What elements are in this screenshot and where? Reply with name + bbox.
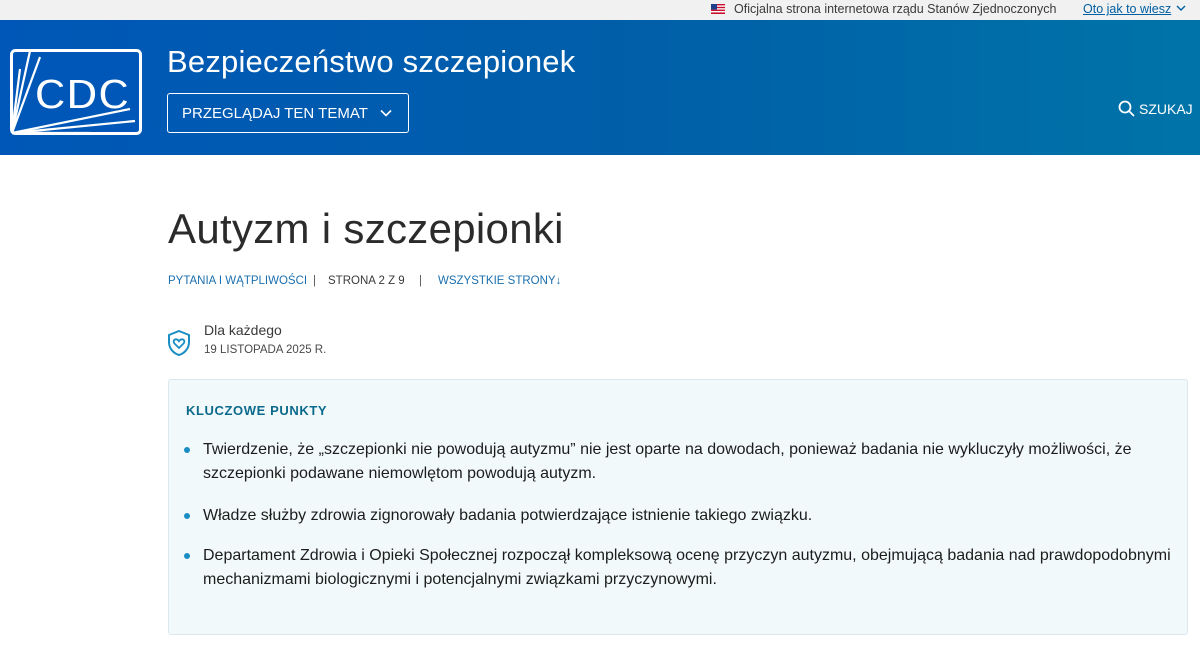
key-point-item: Władze służby zdrowia zignorowały badani… — [184, 504, 1178, 528]
key-point-text: Departament Zdrowia i Opieki Społecznej … — [203, 547, 1171, 588]
publish-date: 19 LISTOPADA 2025 R. — [204, 344, 327, 356]
key-point-item: Twierdzenie, że „szczepionki nie powoduj… — [184, 438, 1178, 486]
bullet-icon — [184, 447, 190, 453]
page-title: Autyzm i szczepionki — [168, 205, 564, 252]
key-points-title: KLUCZOWE PUNKTY — [186, 403, 328, 418]
meta-separator: | — [419, 275, 422, 287]
shield-heart-icon — [168, 329, 190, 357]
site-title[interactable]: Bezpieczeństwo szczepionek — [167, 44, 575, 80]
meta-separator: | — [313, 275, 316, 287]
search-label: SZUKAJ — [1139, 101, 1193, 117]
site-header: CDC Bezpieczeństwo szczepionek PRZEGLĄDA… — [0, 20, 1200, 155]
us-flag-icon — [711, 4, 725, 14]
browse-topic-button[interactable]: PRZEGLĄDAJ TEN TEMAT — [167, 93, 409, 133]
bullet-icon — [184, 513, 190, 519]
category-link[interactable]: PYTANIA I WĄTPLIWOŚCI — [168, 275, 307, 287]
cdc-logo[interactable]: CDC — [10, 49, 142, 135]
key-point-text: Twierdzenie, że „szczepionki nie powoduj… — [203, 441, 1132, 482]
page-counter: STRONA 2 Z 9 — [328, 275, 405, 287]
chevron-down-icon[interactable] — [1176, 4, 1186, 12]
chevron-down-icon — [380, 109, 392, 117]
key-points-box: KLUCZOWE PUNKTY Twierdzenie, że „szczepi… — [168, 379, 1188, 635]
official-site-text: Oficjalna strona internetowa rządu Stanó… — [734, 2, 1057, 16]
bullet-icon — [184, 553, 190, 559]
key-point-item: Departament Zdrowia i Opieki Społecznej … — [184, 544, 1178, 592]
audience-label: Dla każdego — [204, 322, 282, 338]
search-button[interactable]: SZUKAJ — [1118, 100, 1193, 120]
browse-topic-label: PRZEGLĄDAJ TEN TEMAT — [182, 105, 368, 122]
key-point-text: Władze służby zdrowia zignorowały badani… — [203, 507, 813, 524]
search-icon — [1118, 100, 1135, 117]
cdc-logo-text: CDC — [34, 70, 129, 119]
how-you-know-link[interactable]: Oto jak to wiesz — [1083, 1, 1171, 17]
all-pages-link[interactable]: WSZYSTKIE STRONY↓ — [438, 275, 561, 287]
gov-banner: Oficjalna strona internetowa rządu Stanó… — [0, 0, 1200, 20]
